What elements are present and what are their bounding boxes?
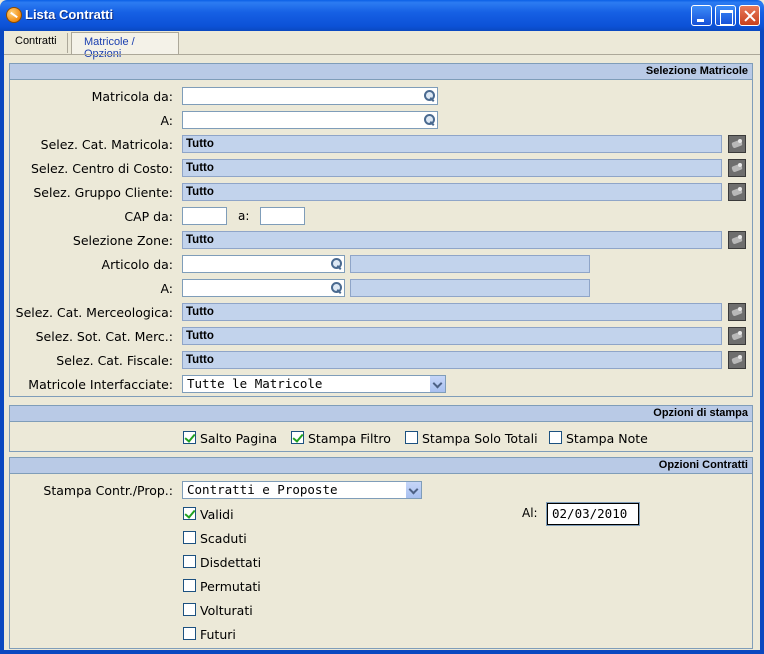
scaduti-checkbox[interactable] xyxy=(183,531,196,544)
cap-da-label: CAP da: xyxy=(124,209,173,224)
stampa-filtro-checkbox[interactable] xyxy=(291,431,304,444)
app-icon xyxy=(6,7,22,23)
window-frame-left xyxy=(0,31,4,654)
title-bar[interactable]: Lista Contratti xyxy=(0,0,764,31)
cat-merceologica-field: Tutto xyxy=(182,303,722,321)
gruppo-cliente-label: Selez. Gruppo Cliente: xyxy=(33,185,173,200)
centro-costo-picker-icon[interactable] xyxy=(728,159,746,177)
cap-a-label: a: xyxy=(238,209,250,223)
disdettati-checkbox[interactable] xyxy=(183,555,196,568)
panel-header-opzioni-contratti: Opzioni Contratti xyxy=(10,458,752,474)
salto-pagina-checkbox[interactable] xyxy=(183,431,196,444)
cat-matricola-picker-icon[interactable] xyxy=(728,135,746,153)
futuri-label: Futuri xyxy=(200,627,236,642)
tab-contratti[interactable]: Contratti xyxy=(9,32,63,54)
futuri-checkbox[interactable] xyxy=(183,627,196,640)
stampa-contr-prop-value: Contratti e Proposte xyxy=(187,482,338,497)
al-date-input[interactable]: 02/03/2010 xyxy=(547,503,639,525)
cat-matricola-field: Tutto xyxy=(182,135,722,153)
cat-fiscale-picker-icon[interactable] xyxy=(728,351,746,369)
permutati-checkbox[interactable] xyxy=(183,579,196,592)
matricola-a-input[interactable] xyxy=(182,111,438,129)
close-button[interactable] xyxy=(739,5,760,26)
cat-matricola-label: Selez. Cat. Matricola: xyxy=(40,137,173,152)
stampa-solo-totali-checkbox[interactable] xyxy=(405,431,418,444)
stampa-contr-prop-select[interactable]: Contratti e Proposte xyxy=(182,481,422,499)
cat-merceologica-picker-icon[interactable] xyxy=(728,303,746,321)
window-title: Lista Contratti xyxy=(25,7,114,22)
tab-divider xyxy=(67,33,68,53)
window-frame-right xyxy=(760,31,764,654)
matricola-da-label: Matricola da: xyxy=(91,89,173,104)
matricole-interfacciate-value: Tutte le Matricole xyxy=(187,376,323,391)
chevron-down-icon[interactable] xyxy=(405,482,421,498)
panel-header-selezione-matricole: Selezione Matricole xyxy=(10,64,752,80)
matricola-da-input[interactable] xyxy=(182,87,438,105)
search-icon[interactable] xyxy=(422,113,436,127)
volturati-label: Volturati xyxy=(200,603,253,618)
matricola-a-label: A: xyxy=(160,113,173,128)
al-label: Al: xyxy=(522,506,538,520)
cat-fiscale-field: Tutto xyxy=(182,351,722,369)
articolo-da-description xyxy=(350,255,590,273)
cat-fiscale-label: Selez. Cat. Fiscale: xyxy=(56,353,173,368)
stampa-contr-prop-label: Stampa Contr./Prop.: xyxy=(43,483,173,498)
validi-label: Validi xyxy=(200,507,234,522)
search-icon[interactable] xyxy=(422,89,436,103)
articolo-a-input[interactable] xyxy=(182,279,345,297)
salto-pagina-label: Salto Pagina xyxy=(200,431,278,446)
maximize-button[interactable] xyxy=(715,5,736,26)
scaduti-label: Scaduti xyxy=(200,531,247,546)
tab-matricole-opzioni[interactable]: Matricole / Opzioni xyxy=(71,32,179,60)
stampa-note-checkbox[interactable] xyxy=(549,431,562,444)
matricole-interfacciate-label: Matricole Interfacciate: xyxy=(28,377,173,392)
articolo-da-label: Articolo da: xyxy=(101,257,173,272)
zone-label: Selezione Zone: xyxy=(72,233,173,248)
volturati-checkbox[interactable] xyxy=(183,603,196,616)
sot-cat-merc-picker-icon[interactable] xyxy=(728,327,746,345)
panel-header-opzioni-stampa: Opzioni di stampa xyxy=(10,406,752,422)
matricole-interfacciate-select[interactable]: Tutte le Matricole xyxy=(182,375,446,393)
permutati-label: Permutati xyxy=(200,579,261,594)
tab-baseline xyxy=(4,54,760,55)
gruppo-cliente-field: Tutto xyxy=(182,183,722,201)
zone-field: Tutto xyxy=(182,231,722,249)
window-frame-bottom xyxy=(0,650,764,654)
chevron-down-icon[interactable] xyxy=(429,376,445,392)
articolo-a-description xyxy=(350,279,590,297)
validi-checkbox[interactable] xyxy=(183,507,196,520)
stampa-solo-totali-label: Stampa Solo Totali xyxy=(422,431,538,446)
centro-costo-field: Tutto xyxy=(182,159,722,177)
search-icon[interactable] xyxy=(329,257,343,271)
zone-picker-icon[interactable] xyxy=(728,231,746,249)
centro-costo-label: Selez. Centro di Costo: xyxy=(30,161,173,176)
cap-da-input[interactable] xyxy=(182,207,227,225)
search-icon[interactable] xyxy=(329,281,343,295)
cat-merceologica-label: Selez. Cat. Merceologica: xyxy=(15,305,173,320)
stampa-note-label: Stampa Note xyxy=(566,431,648,446)
stampa-filtro-label: Stampa Filtro xyxy=(308,431,391,446)
minimize-button[interactable] xyxy=(691,5,712,26)
sot-cat-merc-label: Selez. Sot. Cat. Merc.: xyxy=(35,329,173,344)
cap-a-input[interactable] xyxy=(260,207,305,225)
articolo-a-label: A: xyxy=(160,281,173,296)
sot-cat-merc-field: Tutto xyxy=(182,327,722,345)
articolo-da-input[interactable] xyxy=(182,255,345,273)
gruppo-cliente-picker-icon[interactable] xyxy=(728,183,746,201)
disdettati-label: Disdettati xyxy=(200,555,262,570)
